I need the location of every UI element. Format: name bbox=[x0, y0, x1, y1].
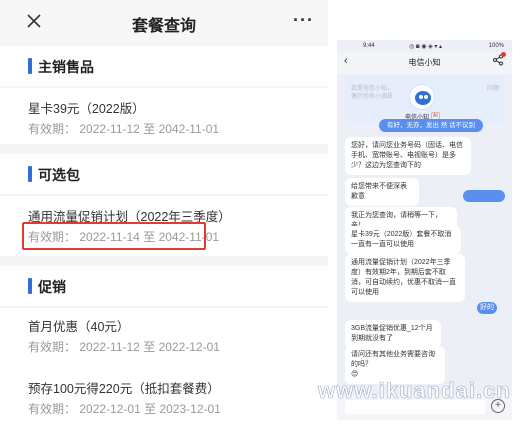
validity-period: 有效期： 2022-12-01 至 2023-12-01 bbox=[28, 400, 221, 417]
validity-start: 2022-11-12 bbox=[79, 122, 140, 136]
chat-header: ‹ 电信小知 bbox=[337, 52, 512, 74]
quick-reply-pill[interactable]: 有好，无亦，发出 然 话不议别 bbox=[379, 119, 483, 132]
chat-bubble-bot: 给您带来不便深表歉意 bbox=[345, 178, 419, 206]
status-bar: 9:44 ◎ ◙ ◉ ◈ ▾ ▴ 100% bbox=[337, 40, 512, 52]
package-name: 星卡39元（2022版） bbox=[28, 102, 145, 116]
validity-label: 有效期： bbox=[28, 402, 77, 416]
validity-period: 有效期： 2022-11-12 至 2042-11-01 bbox=[28, 120, 219, 137]
chat-bubble-bot: 3GB流量促销优惠_12个月 到期就没有了 bbox=[345, 320, 441, 348]
highlight-box bbox=[22, 222, 206, 250]
section-header-main: 主销售品 bbox=[0, 46, 328, 86]
chat-bubble-bot: 通用流量促销计划（2022年三季度）有效期2年，到期后套不取消，可自动续约，优惠… bbox=[345, 254, 465, 302]
package-name[interactable]: 预存100元得220元（抵扣套餐费） bbox=[28, 378, 220, 397]
package-list: 首月优惠（40元） 有效期： 2022-11-12 至 2022-12-01 预… bbox=[0, 308, 328, 430]
package-query-page: 套餐查询 ··· 主销售品 星卡39元（2022版） 有效期： 2022-11-… bbox=[0, 0, 328, 430]
section-accent-bar bbox=[28, 278, 32, 294]
validity-end: 2042-11-01 bbox=[158, 122, 220, 136]
validity-end: 2023-12-01 bbox=[159, 402, 221, 416]
chat-bubble-bot: 星卡39元（2022版）套餐不取消一直有一直可以使用 bbox=[345, 226, 461, 254]
section-title: 主销售品 bbox=[38, 59, 94, 75]
robot-eye-icon bbox=[424, 95, 428, 99]
more-options-icon[interactable]: ··· bbox=[293, 10, 314, 31]
section-title: 促销 bbox=[38, 279, 66, 295]
status-icons: ◎ ◙ ◉ ◈ ▾ ▴ bbox=[409, 44, 443, 50]
chat-text: 请问还有其他业务需要咨询的吗？ bbox=[351, 351, 435, 368]
package-name[interactable]: 首月优惠（40元） bbox=[28, 316, 129, 335]
validity-sep: 至 bbox=[144, 402, 157, 416]
banner-text: 偶尔也有小调皮 bbox=[351, 94, 394, 100]
section-title: 可选包 bbox=[38, 167, 80, 183]
page-title: 套餐查询 bbox=[131, 18, 196, 35]
battery-level: 100% bbox=[488, 43, 504, 49]
banner-text: 问题 bbox=[486, 86, 499, 92]
chat-bubble-bot: 您好，请问您业务号码（固话、电信手机、宽带账号、电视账号）是多少？这边为您查询下… bbox=[345, 137, 471, 175]
chat-bubble-user: 好的 bbox=[477, 302, 497, 314]
watermark-text: www.ikuandai.cn bbox=[318, 378, 511, 404]
validity-period: 有效期： 2022-11-12 至 2022-12-01 bbox=[28, 338, 220, 355]
validity-label: 有效期： bbox=[28, 122, 77, 136]
validity-start: 2022-12-01 bbox=[79, 402, 141, 416]
bot-avatar bbox=[409, 84, 435, 110]
top-bar: 套餐查询 ··· bbox=[0, 0, 328, 42]
notification-dot bbox=[501, 52, 506, 57]
chat-title: 电信小知 bbox=[408, 58, 441, 67]
section-accent-bar bbox=[28, 166, 32, 182]
chat-bubble-user bbox=[463, 190, 505, 202]
validity-end: 2022-12-01 bbox=[158, 340, 220, 354]
robot-face-icon bbox=[415, 91, 431, 105]
section-header-promotion: 促销 bbox=[0, 266, 328, 306]
robot-eye-icon bbox=[419, 95, 423, 99]
status-time: 9:44 bbox=[363, 43, 375, 49]
validity-label: 有效期： bbox=[28, 340, 77, 354]
validity-sep: 至 bbox=[143, 122, 156, 136]
chat-screenshot: 9:44 ◎ ◙ ◉ ◈ ▾ ▴ 100% ‹ 电信小知 我是电信小知， 偶尔也… bbox=[337, 40, 512, 420]
validity-sep: 至 bbox=[143, 340, 156, 354]
section-header-optional: 可选包 bbox=[0, 154, 328, 194]
package-item[interactable]: 星卡39元（2022版） 有效期： 2022-11-12 至 2042-11-0… bbox=[0, 88, 328, 144]
section-accent-bar bbox=[28, 58, 32, 74]
validity-start: 2022-11-12 bbox=[79, 340, 140, 354]
